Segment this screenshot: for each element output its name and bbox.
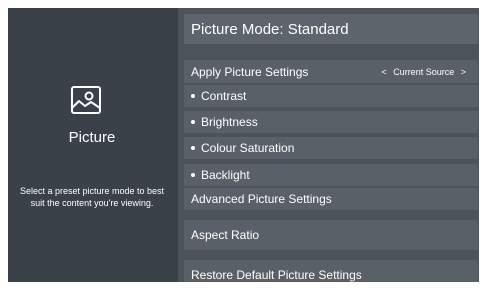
aspect-ratio-label: Aspect Ratio xyxy=(191,228,260,242)
brightness-item[interactable]: Brightness xyxy=(184,111,478,133)
backlight-label: Backlight xyxy=(201,168,250,182)
colour-saturation-label: Colour Saturation xyxy=(201,141,295,155)
bullet-icon xyxy=(191,120,195,124)
restore-default-picture-settings-item[interactable]: Restore Default Picture Settings xyxy=(184,260,478,282)
bullet-icon xyxy=(191,94,195,98)
picture-icon xyxy=(71,86,101,114)
apply-picture-settings-label: Apply Picture Settings xyxy=(191,64,309,79)
advanced-picture-settings-item[interactable]: Advanced Picture Settings xyxy=(184,188,478,210)
backlight-item[interactable]: Backlight xyxy=(184,164,478,186)
chevron-right-icon[interactable]: > xyxy=(461,67,466,77)
brightness-label: Brightness xyxy=(201,115,258,129)
restore-default-picture-settings-label: Restore Default Picture Settings xyxy=(191,268,362,282)
apply-picture-settings-item[interactable]: Apply Picture Settings < Current Source … xyxy=(184,60,478,83)
bullet-icon xyxy=(191,146,195,150)
contrast-item[interactable]: Contrast xyxy=(184,85,478,107)
apply-picture-settings-value: < Current Source > xyxy=(381,67,466,77)
picture-settings-menu: Picture Mode: Standard Apply Picture Set… xyxy=(178,8,479,282)
tv-settings-screen: Picture Select a preset picture mode to … xyxy=(8,8,479,282)
colour-saturation-item[interactable]: Colour Saturation xyxy=(184,137,478,159)
contrast-label: Contrast xyxy=(201,89,247,103)
advanced-picture-settings-label: Advanced Picture Settings xyxy=(191,192,332,206)
panel-description: Select a preset picture mode to best sui… xyxy=(19,186,165,208)
picture-mode-item[interactable]: Picture Mode: Standard xyxy=(184,14,478,44)
aspect-ratio-item[interactable]: Aspect Ratio xyxy=(184,220,478,250)
bullet-icon xyxy=(191,173,195,177)
chevron-left-icon[interactable]: < xyxy=(381,67,386,77)
info-panel: Picture Select a preset picture mode to … xyxy=(8,8,176,282)
panel-title: Picture xyxy=(68,129,116,146)
picture-mode-label: Picture Mode: Standard xyxy=(191,20,349,38)
current-source-value: Current Source xyxy=(393,66,455,77)
